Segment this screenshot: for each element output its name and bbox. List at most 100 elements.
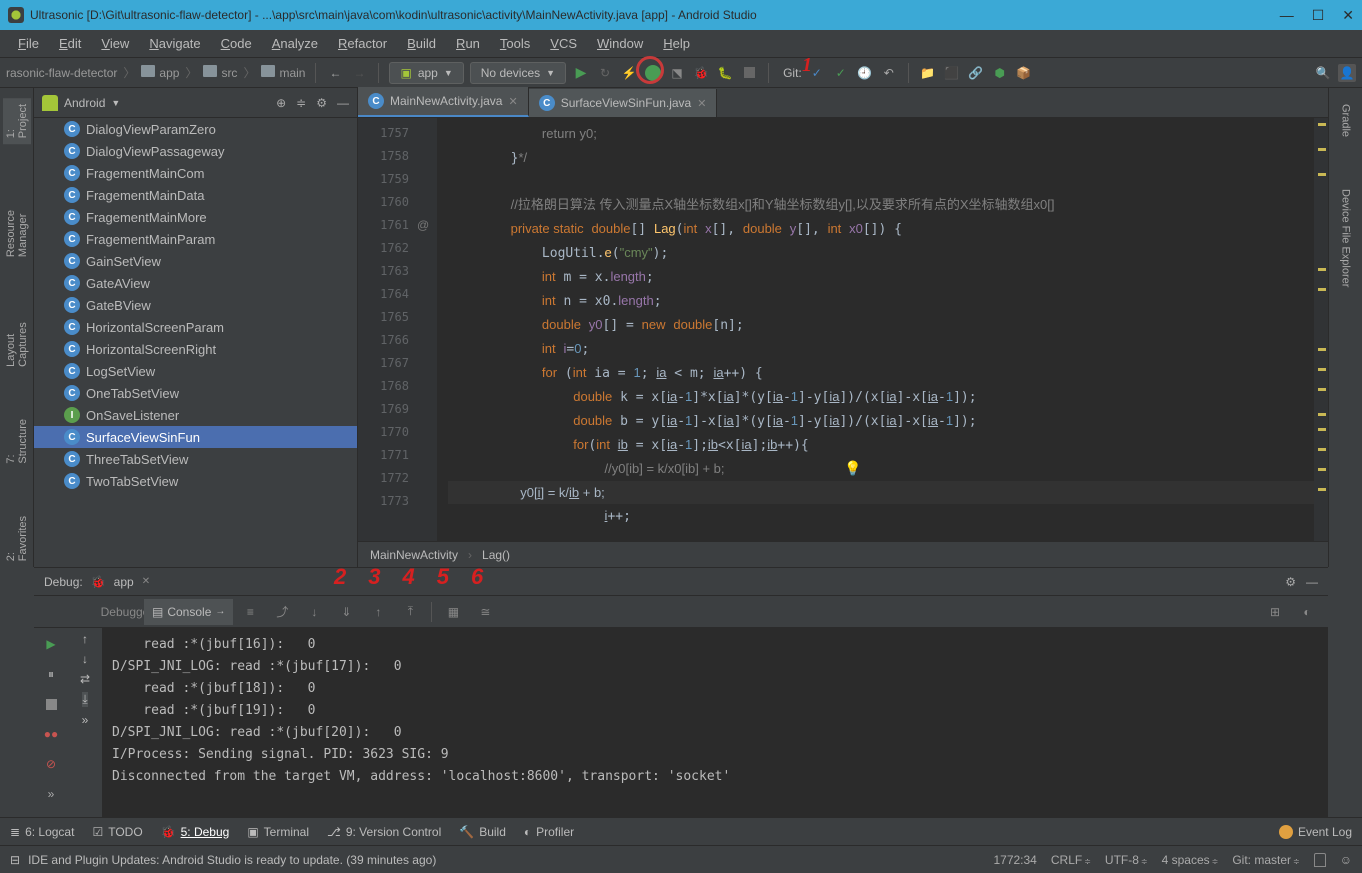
debugger-tab[interactable]: Debugger <box>112 599 142 625</box>
pause-button[interactable]: ⏸ <box>39 662 63 686</box>
sync-button[interactable]: 🔗 <box>967 64 985 82</box>
more-button[interactable]: » <box>82 713 89 727</box>
menu-run[interactable]: Run <box>448 32 488 55</box>
attach-debugger-button[interactable]: 🐛 <box>716 64 734 82</box>
evaluate-button[interactable]: ≅ <box>470 599 500 625</box>
tree-item[interactable]: DialogViewParamZero <box>34 118 357 140</box>
status-message[interactable]: IDE and Plugin Updates: Android Studio i… <box>28 853 436 867</box>
tree-item[interactable]: SurfaceViewSinFun <box>34 426 357 448</box>
editor-tab[interactable]: SurfaceViewSinFun.java✕ <box>529 89 718 117</box>
tree-item[interactable]: ThreeTabSetView <box>34 448 357 470</box>
line-gutter[interactable]: 1757 1758 1759 1760 1761 @ 1762 1763 176… <box>358 118 438 541</box>
menu-tools[interactable]: Tools <box>492 32 538 55</box>
menu-help[interactable]: Help <box>655 32 698 55</box>
search-everywhere-button[interactable]: 🔍 <box>1314 64 1332 82</box>
debug-session-label[interactable]: app <box>114 575 134 589</box>
tree-item[interactable]: GateAView <box>34 272 357 294</box>
threads-button[interactable]: ≡ <box>235 599 265 625</box>
menu-edit[interactable]: Edit <box>51 32 89 55</box>
settings-gear-icon[interactable]: ⚙ <box>316 96 327 110</box>
settings-gear-icon[interactable]: ⚙ <box>1285 575 1296 589</box>
force-step-into-button[interactable]: ⇓ <box>331 599 361 625</box>
intention-bulb-icon[interactable]: 💡 <box>844 460 861 477</box>
step-into-button[interactable]: ↓ <box>299 599 329 625</box>
side-tab-layout-captures[interactable]: Layout Captures <box>3 303 31 373</box>
debug-button[interactable] <box>644 64 662 82</box>
line-separator[interactable]: CRLF≑ <box>1051 853 1091 867</box>
side-tab----project[interactable]: 1: Project <box>3 98 31 144</box>
console-tab[interactable]: ▤Console→ <box>144 599 233 625</box>
bottom-tab-profiler[interactable]: ◐Profiler <box>524 825 574 839</box>
editor-breadcrumb[interactable]: MainNewActivity › Lag() <box>358 541 1328 567</box>
run-config-combo[interactable]: ▣ app ▼ <box>389 62 463 84</box>
nav-back-button[interactable]: ← <box>326 64 344 82</box>
tree-item[interactable]: HorizontalScreenRight <box>34 338 357 360</box>
menu-vcs[interactable]: VCS <box>542 32 585 55</box>
rerun-button[interactable]: ▶ <box>39 632 63 656</box>
tree-item[interactable]: FragementMainData <box>34 184 357 206</box>
bottom-tab----logcat[interactable]: ≣6: Logcat <box>10 825 74 839</box>
cursor-position[interactable]: 1772:34 <box>993 853 1036 867</box>
menu-refactor[interactable]: Refactor <box>330 32 395 55</box>
commit-button[interactable]: ✓ <box>832 64 850 82</box>
tree-item[interactable]: TwoTabSetView <box>34 470 357 492</box>
profile-button[interactable]: 🐞 <box>692 64 710 82</box>
project-structure-button[interactable]: ⬢ <box>991 64 1009 82</box>
indent-setting[interactable]: 4 spaces≑ <box>1162 853 1219 867</box>
resource-button[interactable]: 📦 <box>1015 64 1033 82</box>
side-tab-device-file-explorer[interactable]: Device File Explorer <box>1338 183 1354 293</box>
tree-item[interactable]: DialogViewPassageway <box>34 140 357 162</box>
hide-panel-button[interactable]: — <box>1306 575 1318 589</box>
breadcrumb-item[interactable]: app <box>141 65 179 80</box>
step-out-button[interactable]: ↑ <box>363 599 393 625</box>
tree-item[interactable]: FragementMainCom <box>34 162 357 184</box>
side-tab-resource-manager[interactable]: Resource Manager <box>3 184 31 263</box>
bottom-tab-terminal[interactable]: ▣Terminal <box>247 825 309 839</box>
tree-item[interactable]: OneTabSetView <box>34 382 357 404</box>
collapse-all-button[interactable]: ≑ <box>296 96 306 110</box>
close-button[interactable]: ✕ <box>1342 7 1354 24</box>
crumb-method[interactable]: Lag() <box>482 548 510 562</box>
avd-manager-button[interactable]: 📁 <box>919 64 937 82</box>
menu-code[interactable]: Code <box>213 32 260 55</box>
readonly-lock-icon[interactable] <box>1314 853 1326 867</box>
more-button[interactable]: » <box>39 782 63 806</box>
project-view-label[interactable]: Android <box>64 96 105 110</box>
minimize-button[interactable]: — <box>1280 7 1294 24</box>
rollback-button[interactable]: ↶ <box>880 64 898 82</box>
breadcrumb-item[interactable]: main <box>261 65 305 80</box>
maximize-button[interactable]: ☐ <box>1312 7 1325 24</box>
view-breakpoints-button[interactable]: ●● <box>39 722 63 746</box>
side-tab----favorites[interactable]: 2: Favorites <box>3 510 31 567</box>
sdk-manager-button[interactable]: ⬛ <box>943 64 961 82</box>
tree-item[interactable]: FragementMainParam <box>34 228 357 250</box>
event-log-button[interactable]: Event Log <box>1279 825 1352 839</box>
history-button[interactable]: 🕘 <box>856 64 874 82</box>
inspector-icon[interactable]: ☺ <box>1340 853 1352 867</box>
close-tab-icon[interactable]: ✕ <box>508 95 517 108</box>
breadcrumb-item[interactable]: rasonic-flaw-detector <box>6 66 117 80</box>
layout-settings-button[interactable]: ⊞ <box>1260 599 1290 625</box>
user-icon[interactable]: 👤 <box>1338 64 1356 82</box>
tree-item[interactable]: FragementMainMore <box>34 206 357 228</box>
device-combo[interactable]: No devices ▼ <box>470 62 566 84</box>
mute-breakpoints-button[interactable]: ⊘ <box>39 752 63 776</box>
menu-navigate[interactable]: Navigate <box>141 32 208 55</box>
scroll-to-end-button[interactable]: ⤓ <box>82 692 87 707</box>
rerun-button[interactable]: ↻ <box>596 64 614 82</box>
locate-button[interactable]: ⊕ <box>276 96 286 110</box>
project-tree[interactable]: DialogViewParamZeroDialogViewPassagewayF… <box>34 118 357 567</box>
code-area[interactable]: return y0; }*/ //拉格朗日算法 传入测量点X轴坐标数组x[]和Y… <box>438 118 1314 541</box>
bottom-tab----debug[interactable]: 🐞5: Debug <box>161 825 230 839</box>
up-button[interactable]: ↑ <box>82 632 88 646</box>
down-button[interactable]: ↓ <box>82 652 88 666</box>
bottom-tab----version-control[interactable]: ⎇9: Version Control <box>327 825 441 839</box>
tree-item[interactable]: GainSetView <box>34 250 357 272</box>
tree-item[interactable]: GateBView <box>34 294 357 316</box>
run-to-cursor-button[interactable]: ▦ <box>438 599 468 625</box>
nav-forward-button[interactable]: → <box>350 64 368 82</box>
hide-panel-button[interactable]: — <box>337 96 349 110</box>
console-output[interactable]: read :*(jbuf[16]): 0 D/SPI_JNI_LOG: read… <box>102 628 1328 817</box>
bottom-tab-todo[interactable]: ☑TODO <box>92 825 142 839</box>
tree-item[interactable]: OnSaveListener <box>34 404 357 426</box>
